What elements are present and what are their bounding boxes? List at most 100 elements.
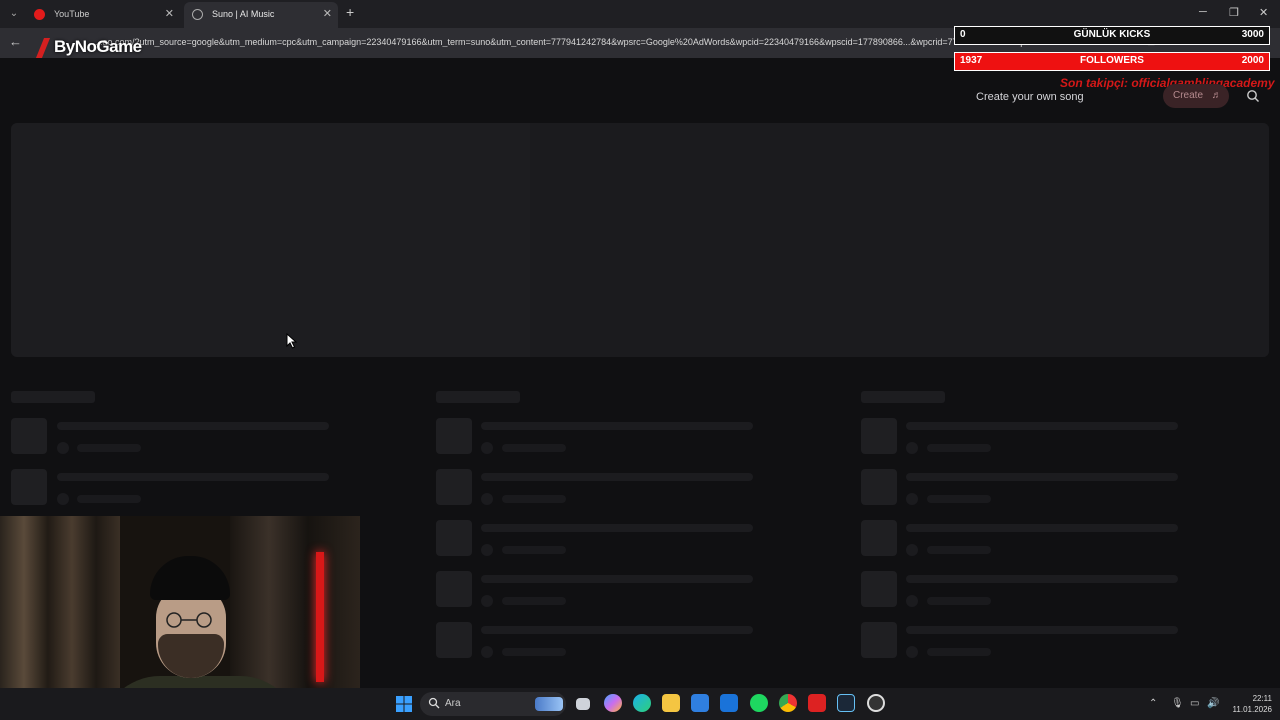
taskbar-search-icon	[428, 697, 440, 709]
edge-icon[interactable]	[633, 694, 651, 712]
spotify-icon[interactable]	[750, 694, 768, 712]
song-thumb-skeleton	[861, 520, 897, 556]
song-title-skeleton	[906, 473, 1178, 481]
song-title-skeleton	[481, 473, 753, 481]
obs-icon[interactable]	[867, 694, 885, 712]
song-title-skeleton	[481, 422, 753, 430]
song-artist-skeleton	[502, 444, 566, 452]
song-thumb-skeleton	[436, 469, 472, 505]
new-tab-button[interactable]: +	[346, 4, 354, 20]
screen: ⌄ YouTube ✕ Suno | AI Music ✕ + ─ ❐ ✕ ← …	[0, 0, 1280, 720]
song-thumb-skeleton	[861, 622, 897, 658]
avatar-skeleton	[906, 493, 918, 505]
song-title-skeleton	[57, 422, 329, 430]
song-thumb-skeleton	[436, 571, 472, 607]
create-song-prompt[interactable]: Create your own song	[976, 91, 1084, 103]
clock-date: 11.01.2026	[1232, 705, 1272, 714]
kicks-label: GÜNLÜK KICKS	[1073, 29, 1151, 40]
song-title-skeleton	[906, 524, 1178, 532]
song-title-skeleton	[481, 575, 753, 583]
tray-chevron-icon[interactable]: ⌃	[1149, 698, 1157, 709]
glasses	[166, 612, 212, 628]
avatar-skeleton	[57, 493, 69, 505]
song-artist-skeleton	[927, 495, 991, 503]
avatar-skeleton	[481, 493, 493, 505]
mouse-cursor-icon	[286, 333, 298, 349]
chrome-icon[interactable]	[779, 694, 797, 712]
avatar-skeleton	[481, 595, 493, 607]
logo-mark-icon	[36, 36, 52, 58]
browser-tab-strip: ⌄ YouTube ✕ Suno | AI Music ✕ + ─ ❐ ✕	[0, 0, 1280, 28]
song-thumb-skeleton	[11, 469, 47, 505]
kicks-goal: 3000	[1241, 29, 1264, 40]
mail-icon[interactable]	[720, 694, 738, 712]
song-title-skeleton	[481, 626, 753, 634]
search-icon[interactable]	[1246, 89, 1260, 103]
cap	[150, 556, 230, 600]
file-explorer-icon[interactable]	[662, 694, 680, 712]
song-thumb-skeleton	[861, 469, 897, 505]
song-thumb-skeleton	[436, 520, 472, 556]
copilot-icon[interactable]	[604, 694, 622, 712]
youtube-icon	[34, 9, 45, 20]
windows-start-icon[interactable]	[396, 696, 412, 712]
app-red-icon[interactable]	[808, 694, 826, 712]
search-highlight-icon[interactable]	[535, 697, 563, 711]
streamer-logo: ByNoGame	[36, 34, 142, 60]
hero-banner-skeleton-right	[530, 123, 1269, 357]
network-icon[interactable]: ▭	[1190, 698, 1199, 709]
daily-kicks-counter: 0 GÜNLÜK KICKS 3000	[954, 26, 1270, 45]
song-thumb-skeleton	[436, 622, 472, 658]
task-view-icon[interactable]	[576, 698, 590, 710]
close-icon[interactable]: ✕	[323, 2, 332, 26]
avatar-skeleton	[481, 544, 493, 556]
clock-time: 22:11	[1252, 694, 1272, 703]
song-artist-skeleton	[502, 546, 566, 554]
steam-icon[interactable]	[837, 694, 855, 712]
tab-search-icon[interactable]: ⌄	[6, 6, 22, 22]
microphone-icon[interactable]: 🎙	[1171, 698, 1184, 709]
song-title-skeleton	[906, 422, 1178, 430]
back-arrow-icon[interactable]: ←	[9, 34, 22, 49]
avatar-skeleton	[481, 646, 493, 658]
song-title-skeleton	[57, 473, 329, 481]
tab-youtube[interactable]: YouTube ✕	[26, 2, 180, 28]
avatar-skeleton	[906, 646, 918, 658]
song-artist-skeleton	[927, 648, 991, 656]
tab-suno[interactable]: Suno | AI Music ✕	[184, 2, 338, 28]
song-artist-skeleton	[502, 648, 566, 656]
create-button-label: Create	[1173, 90, 1204, 101]
taskbar-search-label: Ara	[445, 698, 461, 709]
song-title-skeleton	[906, 626, 1178, 634]
section-heading-skeleton	[861, 391, 945, 403]
avatar-skeleton	[481, 442, 493, 454]
song-artist-skeleton	[502, 495, 566, 503]
close-icon[interactable]: ✕	[165, 2, 174, 26]
close-window-icon[interactable]: ✕	[1259, 6, 1268, 19]
volume-icon[interactable]: 🔊	[1207, 698, 1219, 709]
red-led-lamp	[316, 552, 324, 682]
song-thumb-skeleton	[11, 418, 47, 454]
logo-text: ByNoGame	[54, 37, 142, 56]
store-icon[interactable]	[691, 694, 709, 712]
song-title-skeleton	[906, 575, 1178, 583]
music-note-icon: ♬	[1211, 90, 1222, 101]
tab-label: Suno | AI Music	[212, 9, 275, 19]
song-title-skeleton	[481, 524, 753, 532]
avatar-skeleton	[57, 442, 69, 454]
maximize-icon[interactable]: ❐	[1229, 6, 1239, 19]
song-artist-skeleton	[502, 597, 566, 605]
avatar-skeleton	[906, 544, 918, 556]
song-artist-skeleton	[927, 444, 991, 452]
taskbar-clock[interactable]: 22:11 11.01.2026	[1226, 693, 1272, 715]
song-thumb-skeleton	[861, 571, 897, 607]
create-button[interactable]: Create ♬	[1163, 84, 1229, 108]
beard	[158, 634, 224, 678]
followers-counter: 1937 FOLLOWERS 2000	[954, 52, 1270, 71]
suno-icon	[192, 9, 203, 20]
section-heading-skeleton	[11, 391, 95, 403]
section-heading-skeleton	[436, 391, 520, 403]
song-thumb-skeleton	[861, 418, 897, 454]
song-artist-skeleton	[77, 495, 141, 503]
minimize-icon[interactable]: ─	[1199, 6, 1207, 18]
